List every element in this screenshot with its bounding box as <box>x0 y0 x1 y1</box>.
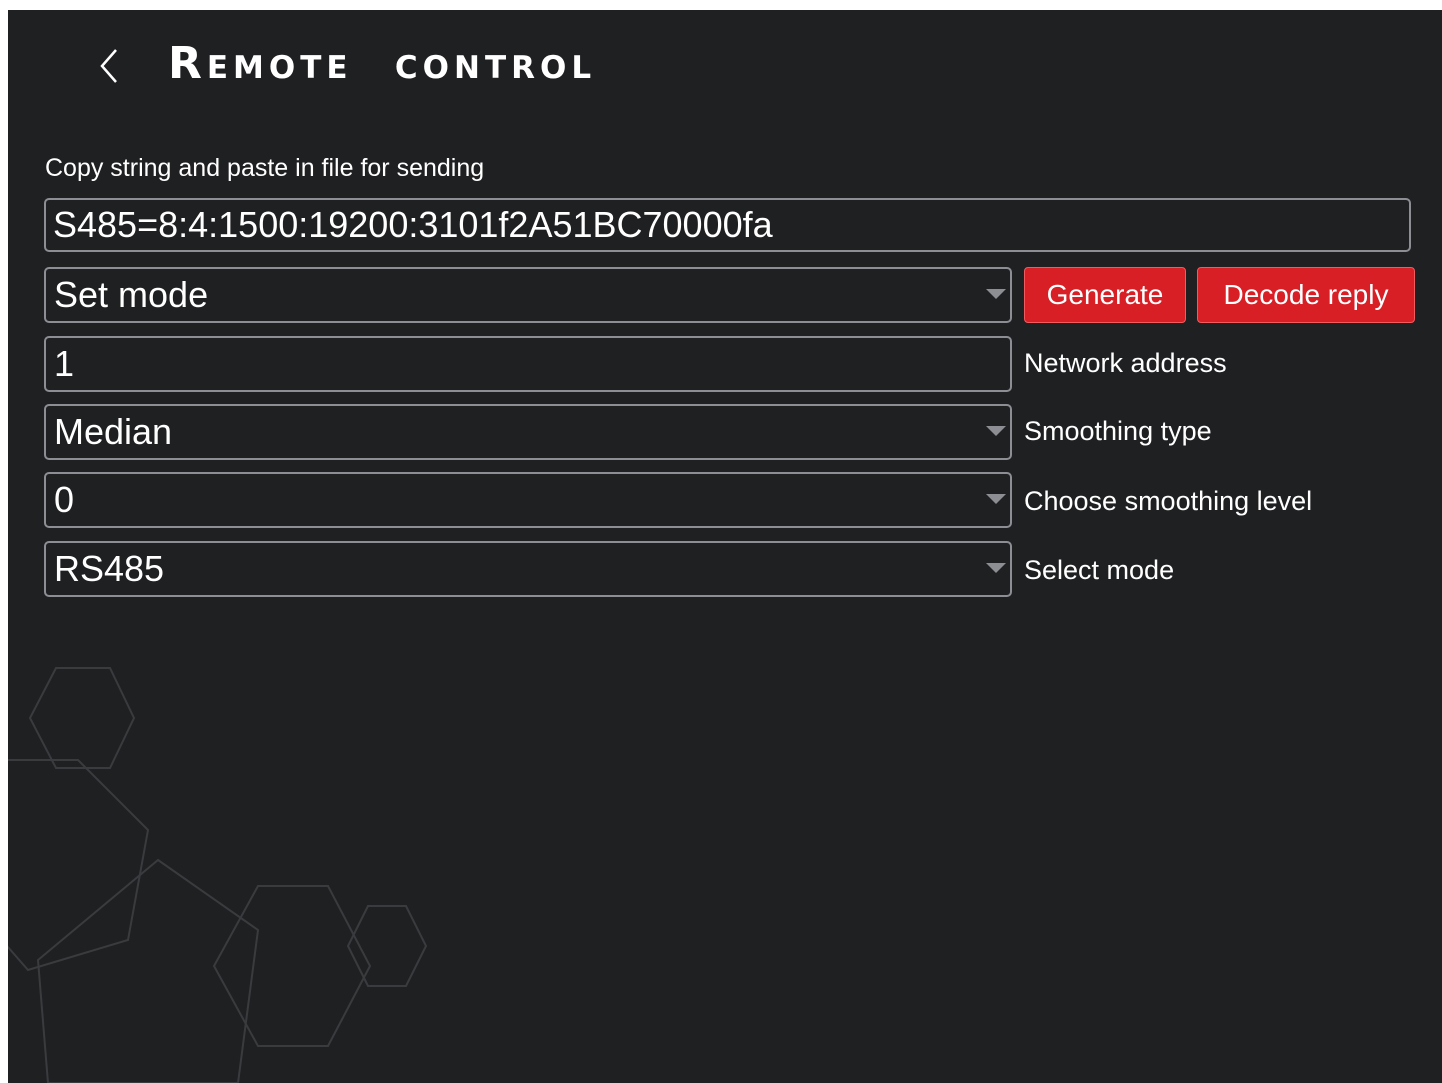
smoothing-type-value: Median <box>54 411 173 452</box>
header: Remote control <box>8 10 1442 120</box>
page-title: Remote control <box>168 38 597 89</box>
dropdown-caret-icon <box>986 494 1006 504</box>
dropdown-caret-icon <box>986 563 1006 573</box>
dropdown-caret-icon <box>986 426 1006 436</box>
select-mode-label: Select mode <box>1024 555 1175 585</box>
dropdown-caret-icon <box>986 289 1006 299</box>
mode-select[interactable]: RS485 <box>44 541 1012 597</box>
smoothing-level-value: 0 <box>54 479 75 520</box>
command-select-value: Set mode <box>54 274 209 315</box>
decode-reply-button[interactable]: Decode reply <box>1197 267 1415 323</box>
generated-string-field[interactable]: S485=8:4:1500:19200:3101f2A51BC70000fa <box>44 198 1411 252</box>
generate-button[interactable]: Generate <box>1024 267 1186 323</box>
remote-control-screen: Remote control Copy string and paste in … <box>8 10 1442 1083</box>
chevron-left-icon <box>100 49 117 83</box>
smoothing-type-select[interactable]: Median <box>44 404 1012 460</box>
command-select[interactable]: Set mode <box>44 267 1012 323</box>
mode-value: RS485 <box>54 548 165 589</box>
network-address-input[interactable]: 1 <box>44 336 1012 392</box>
back-button[interactable] <box>92 42 128 90</box>
copy-string-label: Copy string and paste in file for sendin… <box>45 154 485 182</box>
smoothing-level-label: Choose smoothing level <box>1024 486 1313 516</box>
smoothing-level-select[interactable]: 0 <box>44 472 1012 528</box>
network-address-label: Network address <box>1024 348 1227 378</box>
smoothing-type-label: Smoothing type <box>1024 416 1212 446</box>
